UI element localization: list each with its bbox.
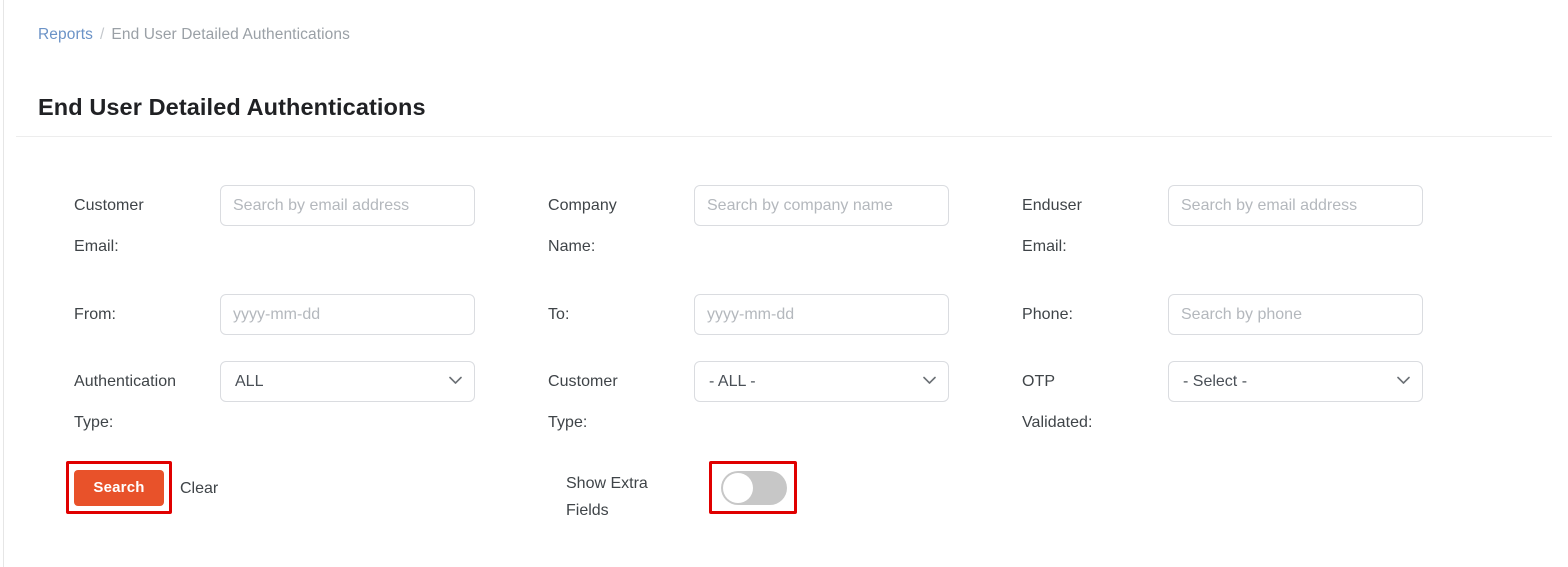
header-divider (16, 136, 1552, 137)
show-extra-fields-toggle[interactable] (721, 471, 787, 505)
field-label-line2: Name: (548, 238, 596, 255)
field-label-customer-email: Customer Email: (74, 185, 220, 268)
field-label-line1: Authentication (74, 373, 177, 390)
search-button[interactable]: Search (74, 470, 164, 506)
customer-type-select[interactable]: - ALL - (694, 361, 949, 402)
toggle-label-line2: Fields (566, 502, 609, 519)
field-label-line1: Customer (548, 373, 618, 390)
field-label-line1: Company (548, 197, 617, 214)
field-label-phone: Phone: (1022, 306, 1074, 323)
field-label-line1: Customer (74, 197, 144, 214)
enduser-email-input[interactable] (1168, 185, 1423, 226)
field-authentication-type: Authentication Type: ALL (74, 361, 475, 444)
field-from-date: From: (74, 294, 475, 336)
field-label-from: From: (74, 306, 117, 323)
customer-email-input[interactable] (220, 185, 475, 226)
field-company-name: Company Name: (548, 185, 949, 268)
field-label-line2: Type: (548, 414, 588, 431)
field-customer-email: Customer Email: (74, 185, 475, 268)
customer-type-select-wrap: - ALL - (694, 361, 949, 402)
field-enduser-email: Enduser Email: (1022, 185, 1423, 268)
field-label-customer-type: Customer Type: (548, 361, 694, 444)
show-extra-fields-label: Show Extra Fields (566, 470, 686, 524)
phone-input[interactable] (1168, 294, 1423, 335)
field-label-line1: Enduser (1022, 197, 1082, 214)
field-otp-validated: OTP Validated: - Select - (1022, 361, 1423, 444)
field-label-line2: Email: (1022, 238, 1067, 255)
field-phone: Phone: (1022, 294, 1423, 336)
clear-button[interactable]: Clear (180, 478, 218, 500)
field-label-line2: Email: (74, 238, 119, 255)
page-title: End User Detailed Authentications (38, 93, 426, 120)
field-label-line2: Validated: (1022, 414, 1093, 431)
otp-validated-select-wrap: - Select - (1168, 361, 1423, 402)
field-to-date: To: (548, 294, 949, 336)
field-label-company-name: Company Name: (548, 185, 694, 268)
to-date-input[interactable] (694, 294, 949, 335)
authentication-type-select[interactable]: ALL (220, 361, 475, 402)
field-label-authentication-type: Authentication Type: (74, 361, 220, 444)
field-customer-type: Customer Type: - ALL - (548, 361, 949, 444)
breadcrumb: Reports / End User Detailed Authentication… (38, 24, 350, 46)
field-label-otp-validated: OTP Validated: (1022, 361, 1168, 444)
report-filter-page: Reports / End User Detailed Authentication… (0, 0, 1568, 567)
toggle-label-line1: Show Extra (566, 475, 648, 492)
field-label-line2: Type: (74, 414, 114, 431)
otp-validated-select[interactable]: - Select - (1168, 361, 1423, 402)
field-label-enduser-email: Enduser Email: (1022, 185, 1168, 268)
panel-left-border (3, 0, 4, 567)
breadcrumb-separator-icon: / (99, 26, 105, 43)
breadcrumb-current: End User Detailed Authentications (111, 26, 350, 43)
field-label-to: To: (548, 306, 570, 323)
from-date-input[interactable] (220, 294, 475, 335)
breadcrumb-link-reports[interactable]: Reports (38, 26, 93, 43)
company-name-input[interactable] (694, 185, 949, 226)
field-label-line1: OTP (1022, 373, 1056, 390)
toggle-knob (723, 473, 753, 503)
authentication-type-select-wrap: ALL (220, 361, 475, 402)
